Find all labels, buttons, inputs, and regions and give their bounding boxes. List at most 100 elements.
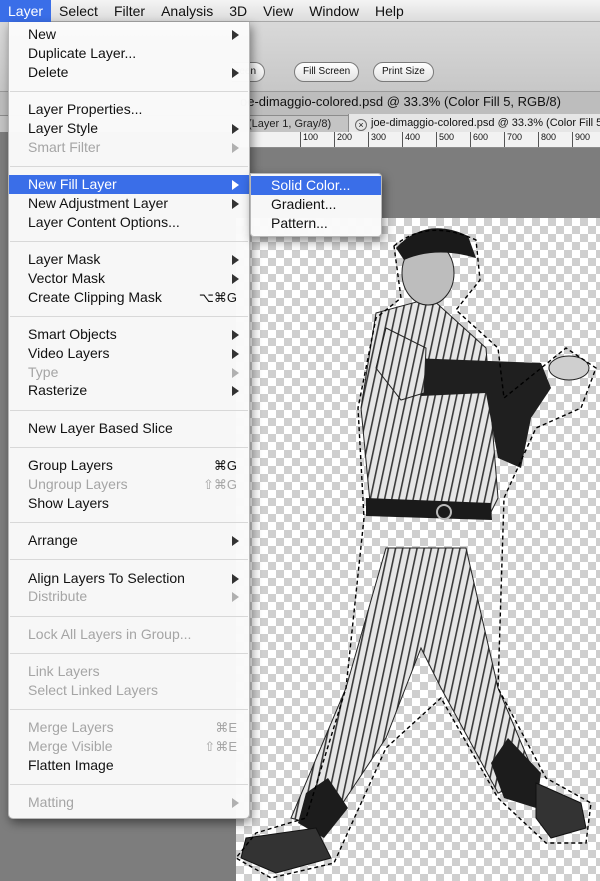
menu-item-new-fill-layer[interactable]: New Fill Layer [9,175,249,194]
document-tab-label: joe-dimaggio-colored.psd @ 33.3% (Color … [371,117,600,129]
menu-item-label: Link Layers [28,663,100,680]
menu-item-label: Show Layers [28,494,109,511]
menu-item-layer-properties[interactable]: Layer Properties... [9,100,249,119]
menu-separator [10,240,248,242]
menu-item-label: Merge Visible [28,738,113,755]
menu-item-label: Layer Style [28,119,99,136]
submenu-arrow-icon [232,273,239,284]
menu-item-type: Type [9,363,249,382]
menu-separator [10,409,248,411]
submenu-item-gradient[interactable]: Gradient... [251,195,381,214]
menu-item-shortcut: ⌥⌘G [198,289,237,305]
menu-separator [10,652,248,654]
submenu-arrow-icon [232,348,239,359]
menu-separator [10,165,248,167]
menu-item-label: Layer Properties... [28,101,143,117]
menu-item-video-layers[interactable]: Video Layers [9,344,249,363]
menu-item-label: Select Linked Layers [28,682,158,698]
menu-item-label: Layer Mask [28,251,101,267]
menu-item-show-layers[interactable]: Show Layers [9,494,249,513]
menu-item-label: Merge Layers [28,719,114,736]
menu-item-select-linked-layers: Select Linked Layers [9,681,249,700]
submenu-arrow-icon [232,30,239,40]
ruler-tick: 600 [470,132,488,147]
submenu-arrow-icon [232,198,239,209]
menu-item-layer-content-options[interactable]: Layer Content Options... [9,213,249,232]
menu-item-merge-visible: Merge Visible ⇧⌘E [9,737,249,756]
menu-item-label: New [28,26,57,42]
document-title: oe-dimaggio-colored.psd @ 33.3% (Color F… [240,94,561,109]
document-canvas[interactable] [236,218,600,881]
ruler-tick: 100 [300,132,318,147]
menu-item-arrange[interactable]: Arrange [9,531,249,550]
submenu-arrow-icon [232,573,239,584]
menu-select[interactable]: Select [51,0,106,22]
menu-item-smart-objects[interactable]: Smart Objects [9,325,249,344]
menu-item-new-layer-based-slice[interactable]: New Layer Based Slice [9,419,249,438]
menu-item-label: New Layer Based Slice [28,419,173,436]
fill-screen-button[interactable]: Fill Screen [294,62,360,82]
layer-menu-dropdown: New Duplicate Layer... Delete Layer Propert… [8,22,250,819]
menu-help[interactable]: Help [367,0,412,22]
menu-filter[interactable]: Filter [106,0,153,22]
menu-item-label: Delete [28,63,69,80]
submenu-item-solid-color[interactable]: Solid Color... [251,176,381,195]
menu-item-new-adjustment-layer[interactable]: New Adjustment Layer [9,194,249,213]
menu-item-group-layers[interactable]: Group Layers ⌘G [9,456,249,475]
menu-item-align-layers-to-selection[interactable]: Align Layers To Selection [9,569,249,588]
menu-item-label: Smart Filter [28,138,101,155]
menu-item-label: New Fill Layer [28,176,117,192]
menu-item-link-layers: Link Layers [9,662,249,681]
submenu-item-pattern[interactable]: Pattern... [251,214,381,233]
menu-item-layer-mask[interactable]: Layer Mask [9,250,249,269]
submenu-arrow-icon [232,123,239,134]
menu-item-layer-style[interactable]: Layer Style [9,119,249,138]
menu-separator [10,784,248,786]
submenu-arrow-icon [232,142,239,153]
menu-item-rasterize[interactable]: Rasterize [9,381,249,400]
menu-item-label: Ungroup Layers [28,476,128,492]
submenu-arrow-icon [232,330,239,340]
menu-item-label: Smart Objects [28,326,117,342]
menu-item-shortcut: ⇧⌘E [204,739,237,755]
menu-item-delete[interactable]: Delete [9,63,249,82]
menu-item-merge-layers: Merge Layers ⌘E [9,718,249,737]
ruler-tick: 200 [334,132,352,147]
menu-item-label: Layer Content Options... [28,213,180,230]
menu-item-distribute: Distribute [9,587,249,606]
menu-item-label: Group Layers [28,457,113,474]
menu-item-shortcut: ⌘E [215,720,237,736]
menu-view[interactable]: View [255,0,301,22]
submenu-arrow-icon [232,367,239,378]
ruler-tick: 500 [436,132,454,147]
menu-item-vector-mask[interactable]: Vector Mask [9,269,249,288]
menu-item-duplicate-layer[interactable]: Duplicate Layer... [9,44,249,63]
submenu-arrow-icon [232,67,239,78]
ruler-tick: 900 [572,132,590,147]
document-tab-inactive[interactable]: (Layer 1, Gray/8) [248,116,348,132]
menu-item-label: Arrange [28,532,78,549]
menu-item-flatten-image[interactable]: Flatten Image [9,756,249,775]
submenu-arrow-icon [232,255,239,265]
menu-separator [10,521,248,523]
menu-3d[interactable]: 3D [221,0,255,22]
menu-item-label: Type [28,363,59,380]
print-size-button[interactable]: Print Size [373,62,434,82]
new-fill-layer-submenu: Solid Color... Gradient... Pattern... [250,173,382,237]
menu-item-label: Vector Mask [28,269,106,286]
submenu-arrow-icon [232,536,239,547]
menu-item-lock-all-layers-in-group: Lock All Layers in Group... [9,625,249,644]
menu-item-new[interactable]: New [9,25,249,44]
menu-layer[interactable]: Layer [0,0,52,22]
menu-item-label: New Adjustment Layer [28,194,169,211]
menu-item-create-clipping-mask[interactable]: Create Clipping Mask ⌥⌘G [9,288,249,307]
ruler-tick: 700 [504,132,522,147]
close-tab-icon[interactable]: × [355,119,367,131]
baseball-player-image [236,228,597,879]
document-tab-active[interactable]: × joe-dimaggio-colored.psd @ 33.3% (Color… [348,114,600,132]
menu-item-label: Flatten Image [28,757,114,773]
submenu-arrow-icon [232,386,239,397]
menu-analysis[interactable]: Analysis [153,0,221,22]
menu-item-label: Distribute [28,588,88,605]
menu-window[interactable]: Window [301,0,367,22]
